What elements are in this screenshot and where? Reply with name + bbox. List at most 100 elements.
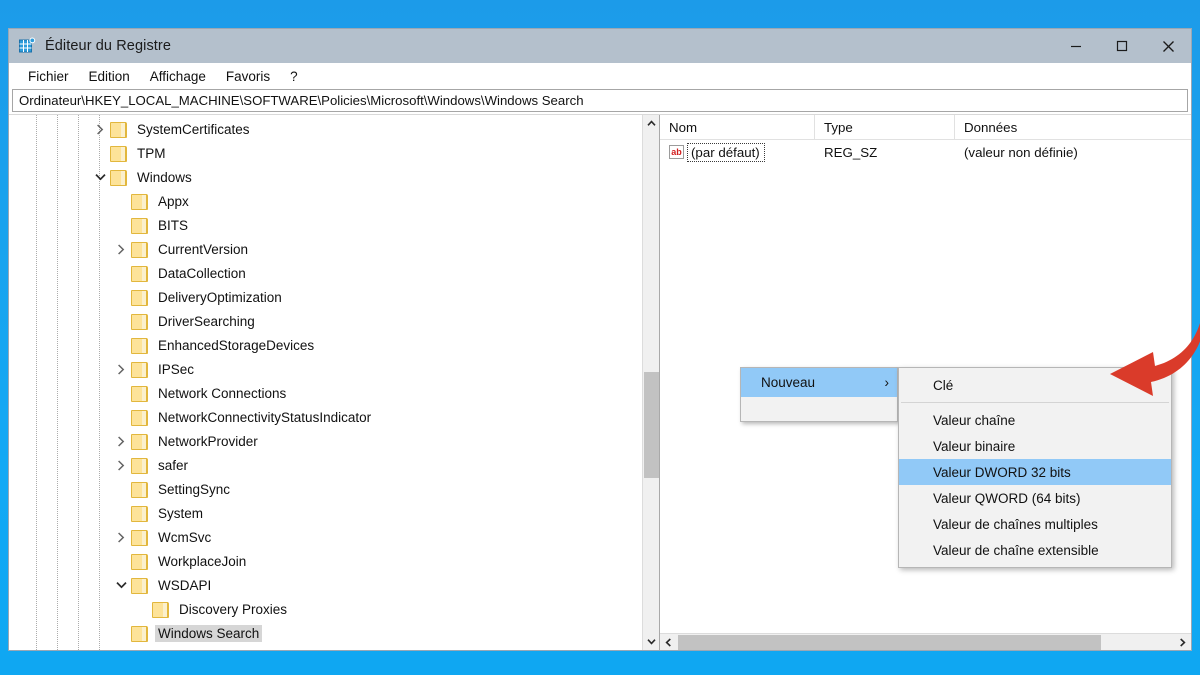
- tree-item-label: CurrentVersion: [158, 241, 249, 257]
- chevron-right-icon[interactable]: [91, 123, 109, 135]
- registry-editor-icon: [18, 37, 36, 55]
- tree-item-label: NetworkConnectivityStatusIndicator: [158, 409, 372, 425]
- tree-item-enhancedstoragedevices[interactable]: EnhancedStorageDevices: [9, 333, 642, 357]
- value-name-cell[interactable]: ab (par défaut): [660, 140, 815, 164]
- tree-item-label: safer: [158, 457, 189, 473]
- tree-item-appx[interactable]: Appx: [9, 189, 642, 213]
- submenu-separator: [901, 402, 1169, 403]
- chevron-right-icon[interactable]: [112, 435, 130, 447]
- table-row[interactable]: ab (par défaut) REG_SZ (valeur non défin…: [660, 140, 1191, 164]
- context-menu-parent-filler: [741, 397, 897, 421]
- tree-item-label: Appx: [158, 193, 189, 209]
- window-controls: [1053, 29, 1191, 63]
- context-menu-item-nouveau-label: Nouveau: [761, 375, 816, 390]
- folder-icon: [130, 625, 148, 642]
- folder-icon: [130, 385, 148, 402]
- menu-fichier[interactable]: Fichier: [19, 67, 78, 86]
- column-header-name[interactable]: Nom: [660, 115, 815, 140]
- maximize-button[interactable]: [1099, 29, 1145, 63]
- registry-tree[interactable]: SystemCertificates TPM Windows Appx BITS Curr…: [9, 115, 642, 650]
- chevron-right-icon[interactable]: [112, 531, 130, 543]
- folder-icon: [130, 337, 148, 354]
- tree-item-wsdapi[interactable]: WSDAPI: [9, 573, 642, 597]
- tree-item-datacollection[interactable]: DataCollection: [9, 261, 642, 285]
- chevron-right-icon[interactable]: [112, 243, 130, 255]
- folder-icon: [130, 217, 148, 234]
- folder-icon: [130, 241, 148, 258]
- tree-item-label: SettingSync: [158, 481, 231, 497]
- tree-item-label: NetworkProvider: [158, 433, 258, 449]
- chevron-right-icon[interactable]: [112, 459, 130, 471]
- menu-edition[interactable]: Edition: [80, 67, 139, 86]
- tree-item-windows-search[interactable]: Windows Search: [9, 621, 642, 645]
- context-menu-item-nouveau[interactable]: Nouveau ›: [741, 368, 897, 397]
- tree-item-ipsec[interactable]: IPSec: [9, 357, 642, 381]
- scroll-up-button[interactable]: [643, 115, 659, 132]
- column-header-type[interactable]: Type: [815, 115, 955, 140]
- tree-item-label: WcmSvc: [158, 529, 212, 545]
- values-scroll-thumb[interactable]: [678, 635, 1101, 650]
- tree-item-deliveryoptimization[interactable]: DeliveryOptimization: [9, 285, 642, 309]
- tree-item-settingsync[interactable]: SettingSync: [9, 477, 642, 501]
- content-area: SystemCertificates TPM Windows Appx BITS Curr…: [9, 114, 1191, 650]
- tree-item-wcmsvc[interactable]: WcmSvc: [9, 525, 642, 549]
- submenu-item-valeur-chaine-extensible[interactable]: Valeur de chaîne extensible: [899, 537, 1171, 563]
- folder-icon: [130, 409, 148, 426]
- tree-scroll-thumb[interactable]: [644, 372, 659, 478]
- tree-item-label: TPM: [137, 145, 166, 161]
- tree-item-tpm[interactable]: TPM: [9, 141, 642, 165]
- chevron-right-icon: ›: [884, 375, 890, 390]
- tree-item-safer[interactable]: safer: [9, 453, 642, 477]
- folder-icon: [109, 169, 127, 186]
- tree-item-workplacejoin[interactable]: WorkplaceJoin: [9, 549, 642, 573]
- tree-vertical-scrollbar[interactable]: [642, 115, 659, 650]
- context-menu-parent: Nouveau ›: [740, 367, 898, 422]
- chevron-down-icon[interactable]: [91, 173, 109, 181]
- tree-item-currentversion[interactable]: CurrentVersion: [9, 237, 642, 261]
- menu-favoris[interactable]: Favoris: [217, 67, 279, 86]
- folder-icon: [151, 601, 169, 618]
- window-title: Éditeur du Registre: [45, 38, 172, 54]
- value-name-label: (par défaut): [687, 142, 765, 162]
- registry-tree-pane: SystemCertificates TPM Windows Appx BITS Curr…: [9, 115, 660, 650]
- string-value-icon: ab: [669, 145, 684, 159]
- context-submenu-nouveau: Clé Valeur chaîne Valeur binaire Valeur …: [898, 367, 1172, 568]
- tree-item-label: Windows Advanced Threat Protection: [134, 649, 365, 651]
- scroll-right-button[interactable]: [1174, 634, 1191, 650]
- menu-affichage[interactable]: Affichage: [141, 67, 215, 86]
- submenu-item-cle[interactable]: Clé: [899, 372, 1171, 398]
- tree-item-windows-advanced-threat-protection[interactable]: Windows Advanced Threat Protection: [9, 645, 642, 650]
- tree-item-label: Network Connections: [158, 385, 287, 401]
- submenu-item-valeur-chaine[interactable]: Valeur chaîne: [899, 407, 1171, 433]
- menu-help[interactable]: ?: [281, 67, 307, 86]
- scroll-down-button[interactable]: [643, 633, 659, 650]
- tree-item-discovery-proxies[interactable]: Discovery Proxies: [9, 597, 642, 621]
- column-header-data[interactable]: Données: [955, 115, 1191, 140]
- values-horizontal-scrollbar[interactable]: [660, 633, 1191, 650]
- tree-item-windows[interactable]: Windows: [9, 165, 642, 189]
- tree-item-networkprovider[interactable]: NetworkProvider: [9, 429, 642, 453]
- menu-bar: Fichier Edition Affichage Favoris ?: [9, 63, 1191, 89]
- close-button[interactable]: [1145, 29, 1191, 63]
- tree-item-driversearching[interactable]: DriverSearching: [9, 309, 642, 333]
- tree-item-bits[interactable]: BITS: [9, 213, 642, 237]
- tree-item-systemcertificates[interactable]: SystemCertificates: [9, 117, 642, 141]
- folder-icon: [109, 649, 127, 650]
- folder-icon: [130, 553, 148, 570]
- submenu-item-valeur-qword-64[interactable]: Valeur QWORD (64 bits): [899, 485, 1171, 511]
- chevron-right-icon[interactable]: [112, 363, 130, 375]
- minimize-button[interactable]: [1053, 29, 1099, 63]
- scroll-left-button[interactable]: [660, 634, 677, 650]
- folder-icon: [130, 577, 148, 594]
- submenu-item-valeur-dword-32[interactable]: Valeur DWORD 32 bits: [899, 459, 1171, 485]
- tree-item-system[interactable]: System: [9, 501, 642, 525]
- chevron-down-icon[interactable]: [112, 581, 130, 589]
- submenu-item-valeur-binaire[interactable]: Valeur binaire: [899, 433, 1171, 459]
- address-bar[interactable]: Ordinateur\HKEY_LOCAL_MACHINE\SOFTWARE\P…: [12, 89, 1188, 112]
- folder-icon: [130, 361, 148, 378]
- submenu-item-valeur-chaines-multiples[interactable]: Valeur de chaînes multiples: [899, 511, 1171, 537]
- tree-item-networkconnectivitystatusindicator[interactable]: NetworkConnectivityStatusIndicator: [9, 405, 642, 429]
- tree-item-label: WorkplaceJoin: [158, 553, 247, 569]
- folder-icon: [130, 433, 148, 450]
- tree-item-network-connections[interactable]: Network Connections: [9, 381, 642, 405]
